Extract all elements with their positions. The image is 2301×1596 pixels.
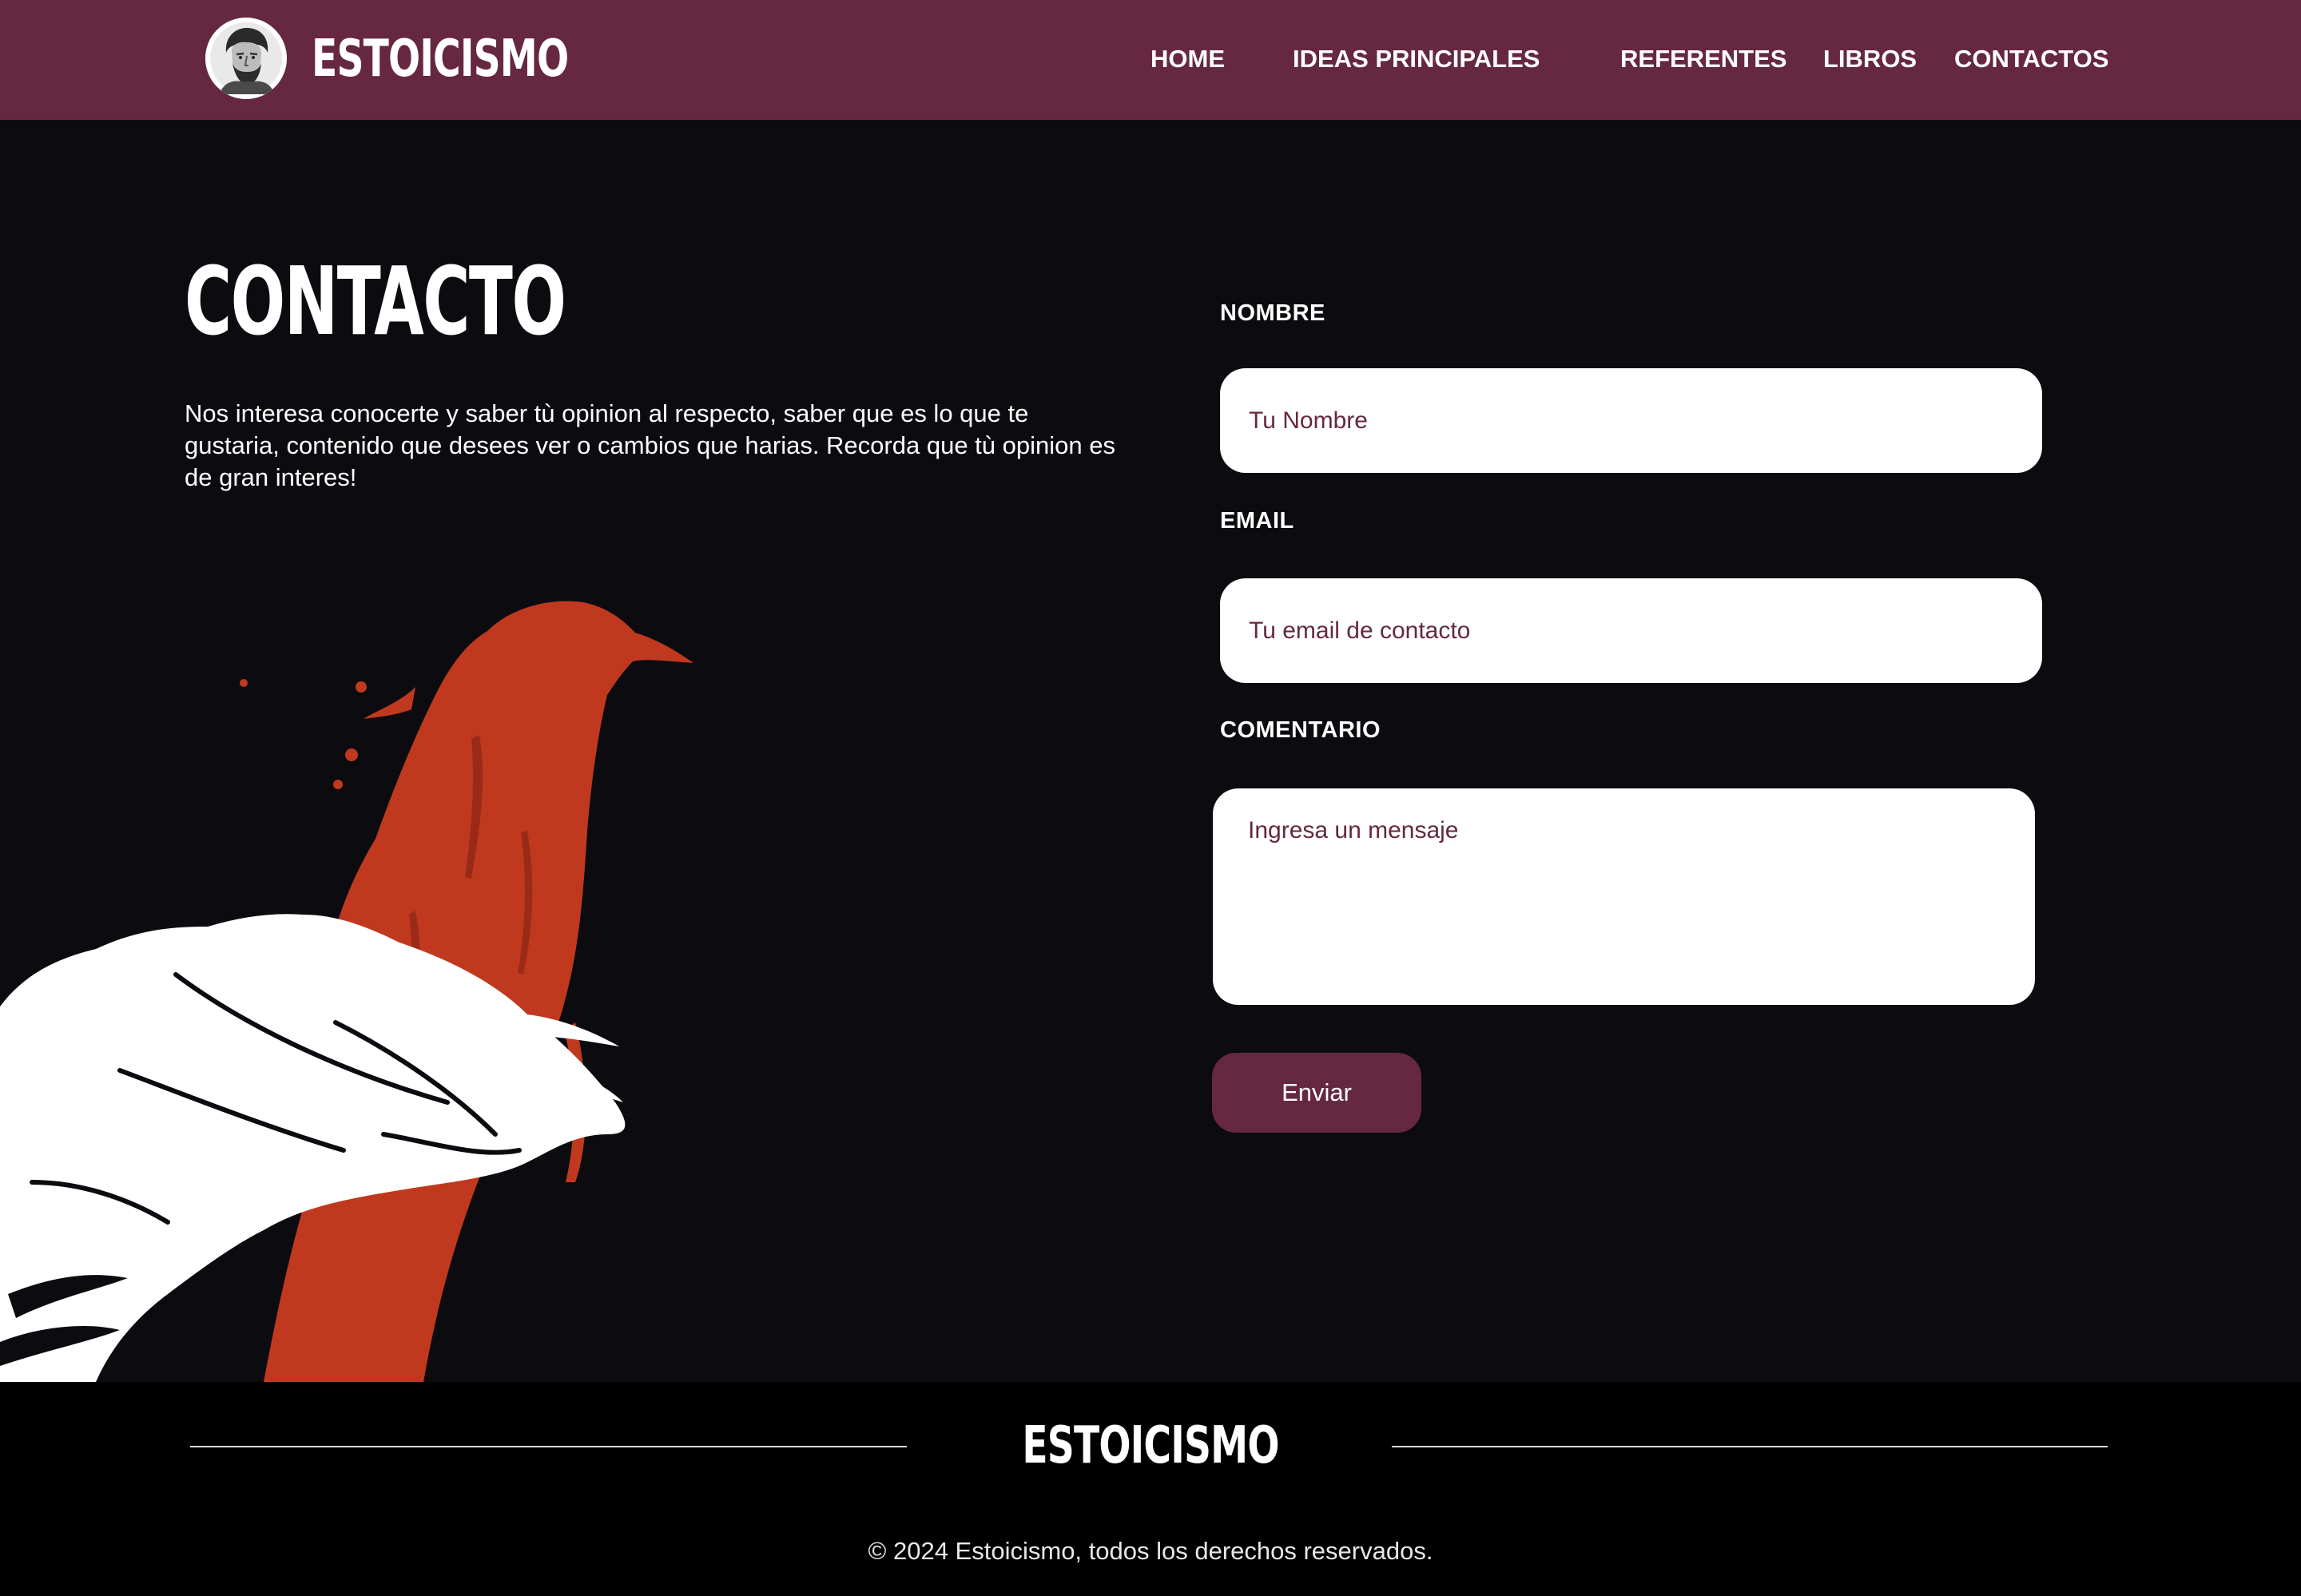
- footer-logo[interactable]: ESTOICISMO: [1022, 1414, 1279, 1478]
- top-navbar: ESTOICISMO HOME IDEAS PRINCIPALES REFERE…: [0, 0, 2301, 120]
- brand-logo[interactable]: ESTOICISMO: [312, 27, 569, 91]
- nav-referentes[interactable]: REFERENTES: [1620, 43, 1786, 75]
- copyright-text: © 2024 Estoicismo, todos los derechos re…: [868, 1537, 1433, 1565]
- footer-divider-right: [1392, 1446, 2108, 1447]
- comment-label: COMENTARIO: [1220, 717, 1381, 743]
- email-input[interactable]: [1220, 578, 2042, 683]
- nav-libros[interactable]: LIBROS: [1823, 43, 1917, 75]
- nav-home[interactable]: HOME: [1150, 43, 1225, 75]
- comment-textarea[interactable]: [1213, 788, 2035, 1005]
- nav-contactos[interactable]: CONTACTOS: [1954, 43, 2108, 75]
- email-label: EMAIL: [1220, 508, 1294, 534]
- stoic-bust-icon[interactable]: [205, 18, 287, 99]
- name-label: NOMBRE: [1220, 300, 1325, 326]
- name-input[interactable]: [1220, 368, 2042, 473]
- nav-ideas-principales[interactable]: IDEAS PRINCIPALES: [1293, 43, 1540, 75]
- send-button[interactable]: Enviar: [1212, 1053, 1421, 1133]
- footer-divider-left: [190, 1446, 907, 1447]
- intro-text: Nos interesa conocerte y saber tù opinio…: [185, 399, 1115, 491]
- crow-and-feather-illustration: [0, 601, 693, 1382]
- page-title: CONTACTO: [185, 246, 566, 356]
- footer: ESTOICISMO © 2024 Estoicismo, todos los …: [0, 1382, 2301, 1596]
